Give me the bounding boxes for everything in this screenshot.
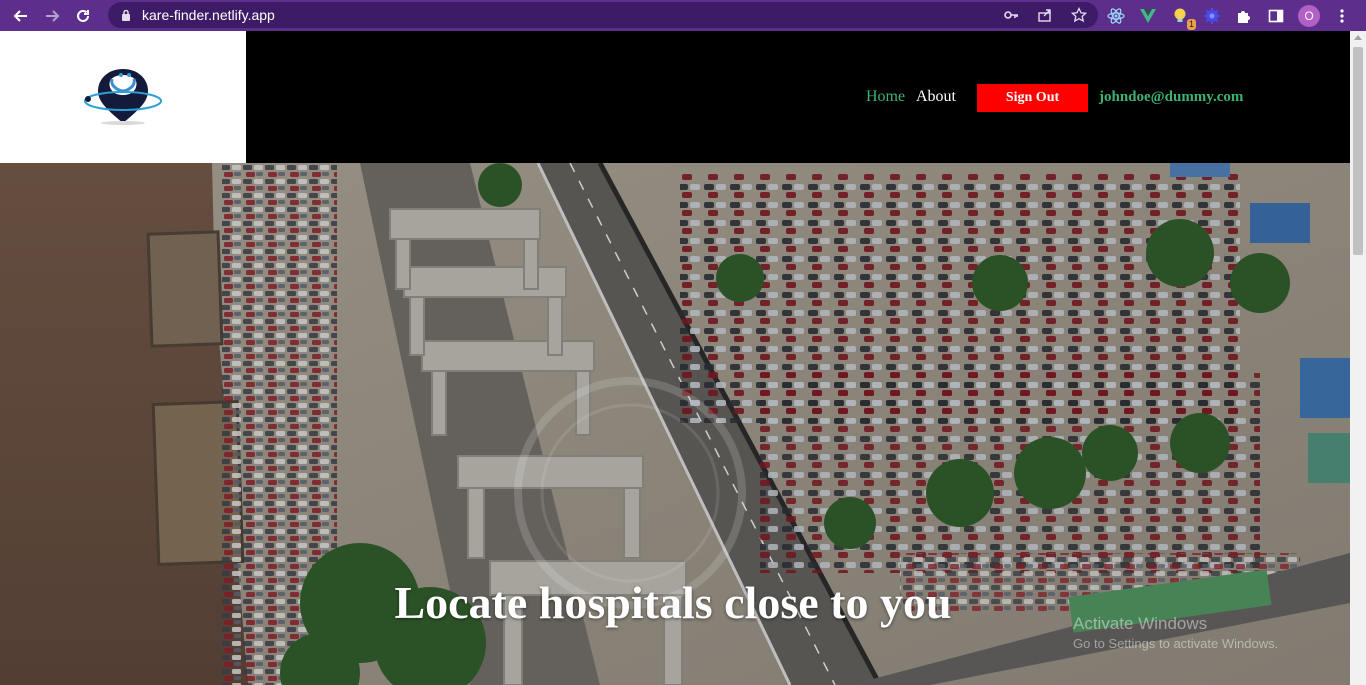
- key-icon[interactable]: [1002, 6, 1020, 24]
- site-header: Home About Sign Out johndoe@dummy.com: [0, 31, 1350, 163]
- hero-section: Locate hospitals close to you Activate W…: [0, 163, 1350, 685]
- browser-toolbar: kare-finder.netlify.app 1 O: [0, 0, 1366, 31]
- side-panel-icon[interactable]: [1266, 6, 1286, 26]
- back-arrow-icon[interactable]: [10, 5, 32, 27]
- puzzle-icon[interactable]: [1234, 6, 1254, 26]
- forward-arrow-icon[interactable]: [41, 5, 63, 27]
- extension-badge: 1: [1186, 18, 1196, 30]
- lock-icon[interactable]: [120, 8, 132, 22]
- react-devtools-icon[interactable]: [1106, 6, 1126, 26]
- scroll-up-icon[interactable]: [1354, 35, 1362, 40]
- page-viewport: Home About Sign Out johndoe@dummy.com Lo…: [0, 31, 1350, 685]
- watermark-line-1: Activate Windows: [1073, 614, 1208, 633]
- url-text[interactable]: kare-finder.netlify.app: [142, 7, 275, 23]
- avatar[interactable]: O: [1298, 4, 1320, 27]
- nav-link-home[interactable]: Home: [866, 88, 905, 106]
- page-scrollbar[interactable]: [1350, 31, 1366, 685]
- nav-link-about[interactable]: About: [916, 88, 956, 106]
- hero-title-text: Locate hospitals close to you: [394, 577, 952, 628]
- star-icon[interactable]: [1070, 6, 1088, 24]
- menu-dots-icon[interactable]: [1332, 6, 1352, 26]
- vue-devtools-icon[interactable]: [1138, 6, 1158, 26]
- logo-container[interactable]: [0, 31, 246, 163]
- logo-icon[interactable]: [80, 65, 166, 127]
- watermark-line-2: Go to Settings to activate Windows.: [1073, 636, 1279, 651]
- address-bar[interactable]: kare-finder.netlify.app: [108, 2, 1098, 28]
- share-icon[interactable]: [1036, 6, 1054, 24]
- settings-extension-icon[interactable]: [1202, 6, 1222, 26]
- user-email: johndoe@dummy.com: [1099, 89, 1244, 105]
- sign-out-button[interactable]: Sign Out: [977, 84, 1088, 112]
- reload-icon[interactable]: [72, 5, 94, 27]
- scroll-thumb[interactable]: [1353, 47, 1363, 255]
- os-activation-watermark: Activate Windows Go to Settings to activ…: [1073, 614, 1278, 651]
- lightbulb-extension-icon[interactable]: 1: [1170, 6, 1196, 30]
